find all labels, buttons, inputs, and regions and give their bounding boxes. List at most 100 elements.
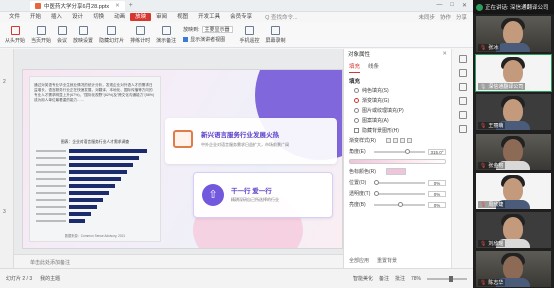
display-select[interactable]: 主要显示器: [201, 26, 233, 33]
slideshow-settings-button[interactable]: 放映设置: [70, 23, 96, 47]
theme-name[interactable]: 我的主题: [40, 275, 60, 282]
gradient-stops-bar[interactable]: [349, 159, 446, 164]
slideshow-settings-icon: [78, 25, 88, 35]
rehearse-timing-icon: [135, 25, 145, 35]
close-tab-icon[interactable]: ✕: [115, 3, 120, 9]
play-from-start-button[interactable]: 从头开始: [2, 23, 28, 47]
angle-slider[interactable]: [374, 148, 425, 154]
info-card-subtitle: 精耕深研自己所选择的行业: [231, 197, 279, 202]
radio[interactable]: [354, 107, 359, 113]
notes-pane[interactable]: 单击此处添加备注: [14, 254, 344, 268]
menu-file[interactable]: 文件: [4, 13, 25, 21]
participant-name: 王丽萌: [488, 123, 504, 129]
fill-option-solid[interactable]: 纯色填充(S): [344, 85, 451, 95]
close-panel-icon[interactable]: ✕: [442, 51, 447, 57]
participant-tile[interactable]: 🎙 张金榕: [476, 134, 551, 170]
slide-canvas[interactable]: 通过对英语专业毕业生就业情况的统计分析，发现企业对外语人才的需求日益增长，语言服…: [22, 69, 343, 249]
tab-fill[interactable]: 填充: [349, 62, 361, 73]
notes-toggle-button[interactable]: 备注: [379, 275, 389, 282]
share-button[interactable]: 分享: [456, 13, 467, 21]
info-card-career[interactable]: ⇧ 干一行 爱一行 精耕深研自己所选择的行业: [193, 172, 333, 218]
participant-face: [503, 21, 523, 45]
minimize-button[interactable]: —: [436, 2, 442, 9]
active-speaker-label: 正在讲话: 深信通翻译公司: [485, 5, 549, 11]
gradient-type-buttons[interactable]: [386, 138, 412, 143]
participant-tile[interactable]: 🎙 陈志华: [476, 251, 551, 287]
tab-line[interactable]: 线条: [368, 62, 379, 73]
fill-option-picture[interactable]: 图片或纹理填充(P): [344, 105, 451, 115]
transparency-slider[interactable]: [374, 190, 425, 196]
phone-remote-button[interactable]: 手机遥控: [237, 23, 263, 47]
menu-home[interactable]: 开始: [25, 13, 46, 21]
smart-beautify-button[interactable]: 智能美化: [353, 275, 373, 282]
menu-view[interactable]: 视图: [172, 13, 193, 21]
apply-all-button[interactable]: 全部应用: [349, 257, 369, 264]
beautify-icon[interactable]: [458, 97, 467, 105]
select-icon[interactable]: [458, 111, 467, 119]
transparency-value[interactable]: 0%: [428, 190, 446, 197]
meeting-button[interactable]: 会议: [54, 23, 70, 47]
presenter-view-checkbox[interactable]: [183, 37, 189, 42]
checkbox[interactable]: [354, 127, 359, 133]
position-slider[interactable]: [374, 179, 425, 185]
radio[interactable]: [354, 97, 359, 103]
brightness-slider[interactable]: [374, 201, 425, 207]
mic-muted-icon: 🎙: [480, 201, 487, 208]
close-window-button[interactable]: ✕: [462, 2, 467, 9]
menu-animation[interactable]: 动画: [109, 13, 130, 21]
brightness-value[interactable]: 0%: [428, 201, 446, 208]
animation-pane-icon[interactable]: [458, 69, 467, 77]
object-properties-icon[interactable]: [458, 55, 467, 63]
fill-option-pattern[interactable]: 图案填充(A): [344, 115, 451, 125]
participant-name-tag: 🎙 张冰: [478, 44, 501, 51]
photo-bar-chart: [36, 149, 147, 223]
menu-review[interactable]: 审阅: [151, 13, 172, 21]
sync-status[interactable]: 未同步: [418, 13, 435, 21]
slide-thumbnail-strip[interactable]: 2 3: [0, 49, 14, 268]
stop-color-picker[interactable]: [386, 168, 406, 175]
menu-insert[interactable]: 插入: [46, 13, 67, 21]
participant-name-tag: 🎙 刘欣瑶: [478, 240, 506, 247]
zoom-slider[interactable]: [427, 275, 467, 282]
menu-member[interactable]: 会员专享: [225, 13, 257, 21]
rehearse-timing-button[interactable]: 排练计时: [127, 23, 153, 47]
presenter-notes-button[interactable]: 演示备注: [153, 23, 179, 47]
transition-icon[interactable]: [458, 83, 467, 91]
new-tab-icon[interactable]: +: [129, 2, 133, 9]
position-label: 位置(O): [349, 180, 367, 186]
participant-name: 陈志华: [488, 280, 504, 286]
screen-record-button[interactable]: 屏幕录制: [263, 23, 289, 47]
backup-icon[interactable]: [458, 125, 467, 133]
play-current-button[interactable]: 当页开始: [28, 23, 54, 47]
info-card-industry[interactable]: 新兴语言服务行业发展火热 中外企业对语言服务需求日益扩大，市场前景广阔: [165, 118, 337, 164]
menu-design[interactable]: 设计: [67, 13, 88, 21]
presenter-view-row[interactable]: 显示演讲者视图: [183, 36, 232, 43]
fill-option-gradient[interactable]: 渐变填充(G): [344, 95, 451, 105]
reset-background-button[interactable]: 重置背景: [377, 257, 397, 264]
menu-transitions[interactable]: 切换: [88, 13, 109, 21]
fill-option-hide-bg[interactable]: 隐藏背景图形(H): [344, 125, 451, 135]
participant-tile[interactable]: 🎙 张冰: [476, 16, 551, 52]
menu-right-actions: 未同步 协作 分享: [418, 13, 467, 21]
participant-tile[interactable]: 🎙 刘欣瑶: [476, 212, 551, 248]
collaborate-button[interactable]: 协作: [440, 13, 451, 21]
radio[interactable]: [354, 87, 359, 93]
document-tab[interactable]: 中医药大学分享6月28.pptx ✕: [30, 0, 125, 11]
angle-value[interactable]: 315.0°: [428, 148, 446, 155]
zoom-level[interactable]: 78%: [411, 276, 421, 282]
radio[interactable]: [354, 117, 359, 123]
display-select-row: 放映到: 主要显示器: [183, 26, 233, 33]
participant-tile[interactable]: 🎙 王丽萌: [476, 94, 551, 130]
slide-photo[interactable]: 通过对英语专业毕业生就业情况的统计分析，发现企业对外语人才的需求日益增长，语言服…: [29, 76, 161, 242]
participant-tile[interactable]: 🎙 深信通翻译公司: [475, 54, 552, 92]
participant-name-tag: 🎙 陈志华: [478, 279, 506, 286]
comments-toggle-button[interactable]: 批注: [395, 275, 405, 282]
panel-title: 对象属性: [348, 52, 371, 58]
command-search[interactable]: Q 查找命令...: [265, 13, 297, 21]
participant-tile[interactable]: 🎙 周欣婕: [476, 173, 551, 209]
menu-slideshow[interactable]: 放映: [130, 13, 152, 21]
position-value[interactable]: 0%: [428, 179, 446, 186]
menu-developer[interactable]: 开发工具: [193, 13, 225, 21]
hide-slide-button[interactable]: 隐藏幻灯片: [96, 23, 127, 47]
maximize-button[interactable]: □: [450, 2, 454, 9]
